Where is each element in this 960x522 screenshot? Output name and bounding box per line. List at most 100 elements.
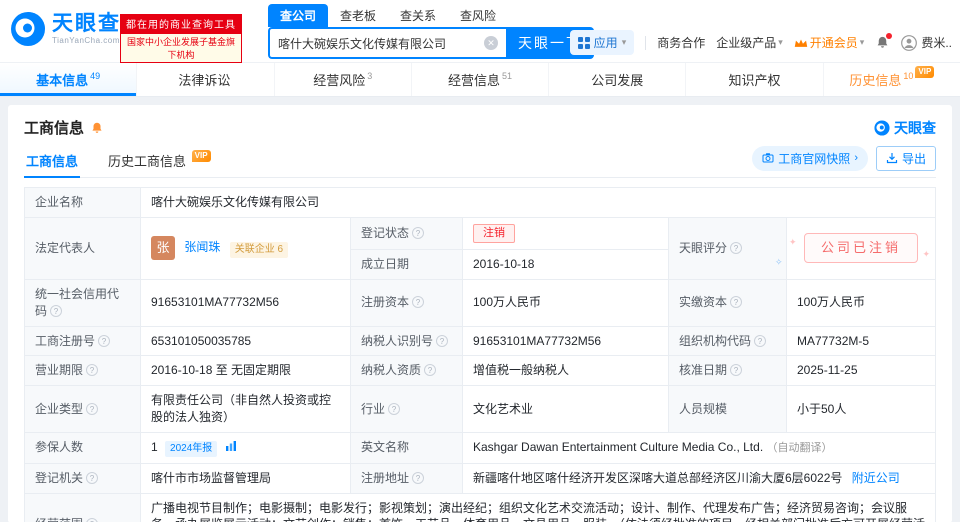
official-snapshot-button[interactable]: 工商官网快照 › bbox=[752, 146, 868, 171]
search-row: ✕ 天眼一下 bbox=[268, 27, 594, 59]
info-icon[interactable]: ? bbox=[412, 227, 424, 239]
export-button[interactable]: 导出 bbox=[876, 146, 936, 171]
uscc-label: 统一社会信用代码? bbox=[25, 279, 141, 326]
reg-number-label: 工商注册号? bbox=[25, 326, 141, 356]
tianyancha-logo[interactable]: 天眼查 TianYanCha.com bbox=[10, 11, 121, 47]
info-icon[interactable]: ? bbox=[730, 296, 742, 308]
tab-operation-risk[interactable]: 经营风险3 bbox=[274, 63, 411, 96]
company-type-value: 有限责任公司（非自然人投资或控股的法人独资） bbox=[141, 386, 351, 433]
info-icon[interactable]: ? bbox=[86, 518, 98, 522]
staff-size-label: 人员规模 bbox=[669, 386, 787, 433]
annual-report-tag[interactable]: 2024年报 bbox=[165, 441, 217, 457]
tab-basic-info[interactable]: 基本信息49 bbox=[0, 63, 136, 96]
related-companies-badge[interactable]: 关联企业 6 bbox=[230, 242, 288, 258]
tab-label: 经营信息 bbox=[448, 70, 500, 89]
divider bbox=[645, 36, 646, 50]
info-icon[interactable]: ? bbox=[730, 242, 742, 254]
info-icon[interactable]: ? bbox=[412, 472, 424, 484]
apps-button[interactable]: 应用 ▾ bbox=[570, 30, 635, 55]
search-input[interactable] bbox=[278, 36, 484, 50]
search-tab-company[interactable]: 查公司 bbox=[268, 4, 328, 27]
tab-label: 公司发展 bbox=[591, 70, 643, 89]
tab-label: 历史信息 bbox=[849, 70, 901, 89]
info-icon[interactable]: ? bbox=[754, 335, 766, 347]
approval-date-label: 核准日期? bbox=[669, 356, 787, 386]
clear-search-icon[interactable]: ✕ bbox=[484, 36, 498, 50]
user-avatar-icon bbox=[901, 35, 917, 51]
search-tabs: 查公司 查老板 查关系 查风险 bbox=[268, 5, 594, 27]
card-actions: 工商官网快照 › 导出 bbox=[752, 146, 936, 176]
subscribe-bell-icon[interactable] bbox=[90, 121, 104, 135]
tab-count: 10 bbox=[903, 71, 913, 81]
company-cancelled-stamp: 公司已注销 ✦ ✦ ✧ bbox=[804, 233, 918, 263]
tab-label: 知识产权 bbox=[729, 70, 781, 89]
logo-subtext: TianYanCha.com bbox=[52, 36, 121, 45]
search-tab-boss[interactable]: 查老板 bbox=[328, 4, 388, 27]
tab-label: 经营风险 bbox=[313, 70, 365, 89]
user-menu[interactable]: 费米.. bbox=[901, 34, 952, 51]
info-icon[interactable]: ? bbox=[730, 364, 742, 376]
tab-label: 基本信息 bbox=[36, 70, 88, 89]
header-menu: 应用 ▾ 商务合作 企业级产品 ▾ 开通会员 ▾ bbox=[570, 30, 952, 55]
menu-business-coop[interactable]: 商务合作 bbox=[657, 34, 705, 51]
trend-chart-icon[interactable] bbox=[225, 440, 237, 452]
enterprise-label: 企业级产品 bbox=[716, 34, 776, 51]
top-header: 天眼查 TianYanCha.com 都在用的商业查询工具 国家中小企业发展子基… bbox=[0, 0, 960, 62]
page: 天眼查 TianYanCha.com 都在用的商业查询工具 国家中小企业发展子基… bbox=[0, 0, 960, 522]
legal-rep-name-link[interactable]: 张闻珠 bbox=[184, 241, 220, 255]
subtab-business-info[interactable]: 工商信息 bbox=[24, 144, 80, 177]
insured-value: 1 2024年报 bbox=[141, 432, 351, 463]
tab-history-info[interactable]: 历史信息10 VIP bbox=[823, 63, 960, 96]
search-tab-risk[interactable]: 查风险 bbox=[448, 4, 508, 27]
business-term-label: 营业期限? bbox=[25, 356, 141, 386]
table-row: 营业期限? 2016-10-18 至 无固定期限 纳税人资质? 增值税一般纳税人… bbox=[25, 356, 936, 386]
table-row: 企业名称 喀什大碗娱乐文化传媒有限公司 bbox=[25, 188, 936, 218]
info-icon[interactable]: ? bbox=[86, 364, 98, 376]
sparkle-icon: ✦ bbox=[922, 248, 933, 261]
notification-bell-icon[interactable] bbox=[875, 35, 890, 50]
established-value: 2016-10-18 bbox=[463, 250, 669, 280]
tab-label: 法律诉讼 bbox=[178, 70, 230, 89]
address-value: 新疆喀什地区喀什经济开发区深喀大道总部经济区川渝大厦6层6022号 附近公司 bbox=[463, 463, 936, 493]
info-icon[interactable]: ? bbox=[86, 403, 98, 415]
english-name-value: Kashgar Dawan Entertainment Culture Medi… bbox=[463, 432, 936, 463]
tianyancha-eye-icon bbox=[10, 11, 46, 47]
subtab-history-business-info[interactable]: 历史工商信息 VIP bbox=[106, 144, 213, 177]
search-input-wrap: ✕ bbox=[268, 27, 506, 59]
business-scope-value: 广播电视节目制作；电影摄制；电影发行；影视策划；演出经纪；组织文化艺术交流活动；… bbox=[141, 493, 936, 522]
info-icon[interactable]: ? bbox=[50, 305, 62, 317]
table-row: 法定代表人 张 张闻珠 关联企业 6 登记状态? 注销 天眼评分? 公司已注销 … bbox=[25, 217, 936, 249]
legal-rep-label: 法定代表人 bbox=[25, 217, 141, 279]
taxpayer-id-label: 纳税人识别号? bbox=[351, 326, 463, 356]
info-icon[interactable]: ? bbox=[412, 296, 424, 308]
notification-dot bbox=[886, 33, 892, 39]
info-icon[interactable]: ? bbox=[424, 364, 436, 376]
main-content: 工商信息 天眼查 工商信息 历史工商信息 VIP bbox=[0, 97, 960, 522]
info-icon[interactable]: ? bbox=[388, 403, 400, 415]
open-vip-label: 开通会员 bbox=[810, 34, 858, 51]
vip-badge: VIP bbox=[192, 150, 211, 162]
reg-status-value: 注销 bbox=[463, 217, 669, 249]
tab-intellectual-property[interactable]: 知识产权 bbox=[685, 63, 822, 96]
tab-count: 49 bbox=[90, 71, 100, 81]
paid-capital-value: 100万人民币 bbox=[787, 279, 936, 326]
menu-open-vip[interactable]: 开通会员 ▾ bbox=[794, 34, 865, 51]
tianyancha-eye-icon bbox=[874, 120, 890, 136]
menu-enterprise-products[interactable]: 企业级产品 ▾ bbox=[716, 34, 783, 51]
tab-operation-info[interactable]: 经营信息51 bbox=[411, 63, 548, 96]
uscc-value: 91653101MA77732M56 bbox=[141, 279, 351, 326]
info-icon[interactable]: ? bbox=[86, 472, 98, 484]
business-info-table: 企业名称 喀什大碗娱乐文化传媒有限公司 法定代表人 张 张闻珠 关联企业 6 登… bbox=[24, 187, 936, 522]
info-icon[interactable]: ? bbox=[98, 335, 110, 347]
promo-line2: 国家中小企业发展子基金旗下机构 bbox=[120, 33, 242, 63]
reg-authority-value: 喀什市市场监督管理局 bbox=[141, 463, 351, 493]
info-icon[interactable]: ? bbox=[436, 335, 448, 347]
tab-legal-litigation[interactable]: 法律诉讼 bbox=[136, 63, 273, 96]
reg-number-value: 653101050035785 bbox=[141, 326, 351, 356]
watermark-text: 天眼查 bbox=[894, 118, 936, 138]
nearby-companies-link[interactable]: 附近公司 bbox=[852, 471, 900, 485]
search-tab-relation[interactable]: 查关系 bbox=[388, 4, 448, 27]
tianyancha-watermark: 天眼查 bbox=[874, 118, 936, 138]
tab-company-development[interactable]: 公司发展 bbox=[548, 63, 685, 96]
subtab-label: 历史工商信息 bbox=[108, 154, 186, 169]
